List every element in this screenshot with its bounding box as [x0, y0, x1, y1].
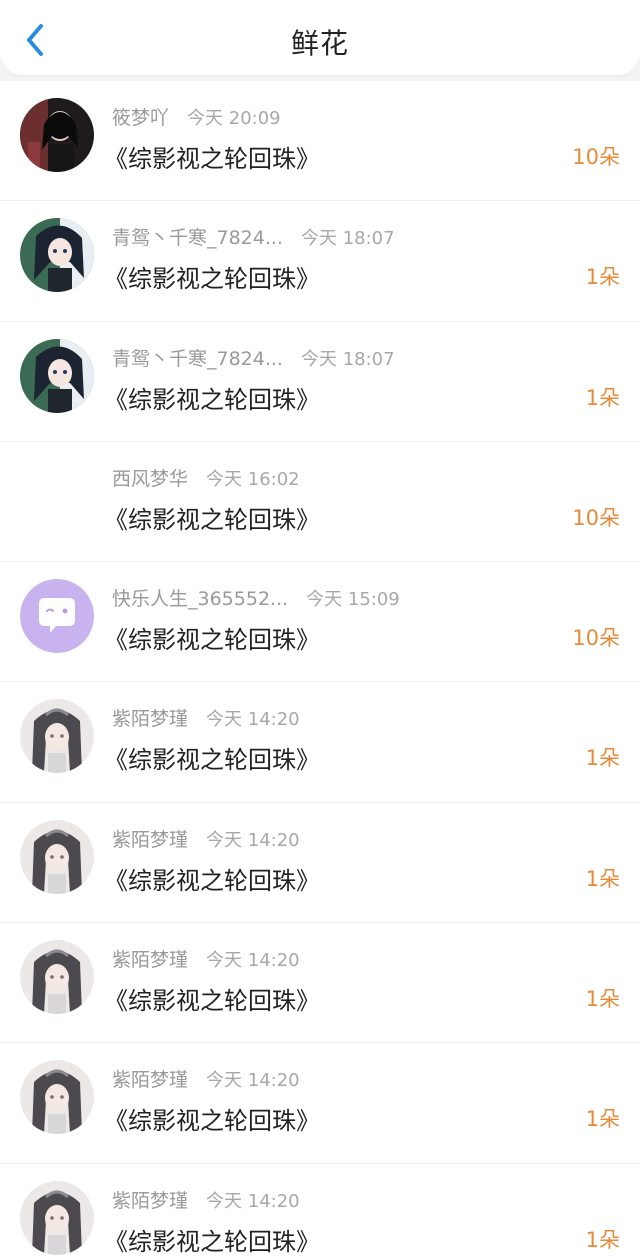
- avatar-anime-girl: [20, 338, 94, 413]
- user-name: 青鸳丶千寒_7824...: [112, 347, 283, 370]
- flower-count: 1朵: [585, 265, 620, 290]
- flower-count: 1朵: [585, 385, 620, 410]
- book-title: 《综影视之轮回珠》: [104, 145, 320, 173]
- avatar-ancient-girl: [20, 1180, 94, 1255]
- header-bar: 鲜花: [0, 0, 640, 75]
- list-item[interactable]: 紫陌梦瑾 今天 14:20 《综影视之轮回珠》 1朵: [0, 1162, 640, 1256]
- list-item[interactable]: 青鸳丶千寒_7824... 今天 18:07 《综影视之轮回珠》 1朵: [0, 320, 640, 441]
- user-name: 紫陌梦瑾: [112, 949, 189, 972]
- book-title: 《综影视之轮回珠》: [104, 987, 320, 1016]
- list-item[interactable]: 紫陌梦瑾 今天 14:20 《综影视之轮回珠》 1朵: [0, 801, 640, 923]
- user-name: 快乐人生_365552...: [112, 588, 289, 611]
- flower-count: 1朵: [585, 866, 620, 891]
- list-item[interactable]: 青鸳丶千寒_7824... 今天 18:07 《综影视之轮回珠》 1朵: [0, 200, 640, 321]
- timestamp: 今天 14:20: [206, 829, 300, 851]
- row-meta: 筱梦吖 今天 20:09: [112, 103, 281, 130]
- avatar-ancient-girl: [20, 819, 94, 894]
- row-meta: 快乐人生_365552... 今天 15:09: [112, 584, 400, 611]
- user-name: 筱梦吖: [112, 107, 170, 129]
- avatar-ancient-girl: [20, 699, 94, 774]
- book-title: 《综影视之轮回珠》: [104, 626, 320, 655]
- book-title: 《综影视之轮回珠》: [104, 1227, 320, 1256]
- flower-count: 1朵: [585, 746, 620, 771]
- timestamp: 今天 18:07: [300, 228, 395, 250]
- timestamp: 今天 14:20: [206, 1070, 300, 1092]
- book-title: 《综影视之轮回珠》: [104, 385, 320, 414]
- book-title: 《综影视之轮回珠》: [104, 265, 320, 294]
- row-meta: 紫陌梦瑾 今天 14:20: [112, 704, 300, 731]
- avatar-dark-girl: [20, 98, 94, 172]
- user-name: 青鸳丶千寒_7824...: [112, 227, 283, 250]
- flower-gift-page: 鲜花 筱梦吖 今天 20:09 《综影视之轮回珠》 10朵 青鸳丶千寒_7824.…: [0, 0, 640, 1256]
- flower-count: 10朵: [572, 505, 620, 530]
- list-item[interactable]: 快乐人生_365552... 今天 15:09 《综影视之轮回珠》 10朵: [0, 561, 640, 682]
- book-title: 《综影视之轮回珠》: [104, 866, 320, 895]
- book-title: 《综影视之轮回珠》: [104, 1107, 320, 1136]
- book-title: 《综影视之轮回珠》: [104, 505, 320, 534]
- user-name: 紫陌梦瑾: [112, 1069, 189, 1092]
- book-title: 《综影视之轮回珠》: [104, 746, 320, 775]
- row-meta: 紫陌梦瑾 今天 14:20: [112, 1186, 300, 1213]
- gift-list: 筱梦吖 今天 20:09 《综影视之轮回珠》 10朵 青鸳丶千寒_7824... 今…: [0, 81, 640, 1256]
- list-item[interactable]: 紫陌梦瑾 今天 14:20 《综影视之轮回珠》 1朵: [0, 1042, 640, 1163]
- row-meta: 紫陌梦瑾 今天 14:20: [112, 1065, 300, 1092]
- timestamp: 今天 14:20: [206, 1190, 300, 1212]
- list-item[interactable]: 筱梦吖 今天 20:09 《综影视之轮回珠》 10朵: [0, 81, 640, 201]
- timestamp: 今天 14:20: [206, 950, 300, 972]
- flower-count: 1朵: [585, 1107, 620, 1132]
- list-item[interactable]: 紫陌梦瑾 今天 14:20 《综影视之轮回珠》 1朵: [0, 681, 640, 802]
- flower-count: 10朵: [572, 145, 620, 169]
- timestamp: 今天 14:20: [206, 709, 300, 731]
- flower-count: 1朵: [585, 1227, 620, 1252]
- flower-count: 1朵: [585, 987, 620, 1012]
- row-meta: 紫陌梦瑾 今天 14:20: [112, 945, 300, 972]
- user-name: 西风梦华: [112, 467, 189, 490]
- avatar-blank: [20, 458, 94, 533]
- timestamp: 今天 16:02: [206, 468, 300, 490]
- timestamp: 今天 15:09: [306, 589, 400, 611]
- row-meta: 青鸳丶千寒_7824... 今天 18:07: [112, 223, 395, 250]
- avatar-chat-bubble: [20, 579, 94, 654]
- flower-count: 10朵: [572, 626, 620, 651]
- row-meta: 青鸳丶千寒_7824... 今天 18:07: [112, 344, 395, 371]
- timestamp: 今天 18:07: [300, 348, 395, 370]
- avatar-anime-girl: [20, 218, 94, 293]
- page-title: 鲜花: [290, 27, 349, 60]
- list-item[interactable]: 西风梦华 今天 16:02 《综影视之轮回珠》 10朵: [0, 440, 640, 562]
- user-name: 紫陌梦瑾: [112, 828, 189, 851]
- timestamp: 今天 20:09: [187, 108, 281, 129]
- avatar-ancient-girl: [20, 940, 94, 1015]
- list-item[interactable]: 紫陌梦瑾 今天 14:20 《综影视之轮回珠》 1朵: [0, 922, 640, 1043]
- user-name: 紫陌梦瑾: [112, 708, 189, 731]
- avatar-ancient-girl: [20, 1060, 94, 1135]
- row-meta: 紫陌梦瑾 今天 14:20: [112, 825, 300, 852]
- row-meta: 西风梦华 今天 16:02: [112, 464, 300, 491]
- user-name: 紫陌梦瑾: [112, 1189, 189, 1212]
